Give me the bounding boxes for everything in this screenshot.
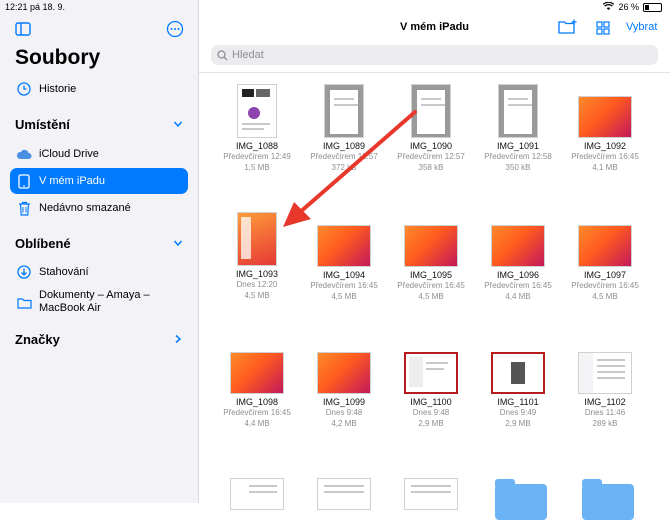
clock-icon (16, 81, 32, 97)
main-content: V mém iPadu Vybrat Hledat IMG_1088 Přede… (199, 0, 670, 520)
annotation-arrow (283, 110, 417, 227)
more-options-icon[interactable] (166, 20, 184, 38)
sidebar-item-recently-deleted[interactable]: Nedávno smazané (10, 195, 188, 221)
section-header-locations: Umístění (15, 117, 70, 132)
sidebar-item-documents-macbook[interactable]: Dokumenty – Amaya – MacBook Air (10, 288, 188, 320)
sidebar-item-label: Historie (39, 83, 77, 95)
trash-icon (16, 200, 32, 216)
folder-icon (16, 295, 32, 311)
battery-icon (643, 2, 662, 12)
status-time: 12:21 (5, 2, 28, 12)
sidebar-item-downloads[interactable]: Stahování (10, 259, 188, 285)
status-date: pá 18. 9. (30, 2, 66, 12)
section-header-favorites: Oblíbené (15, 236, 71, 251)
section-header-tags: Značky (15, 332, 60, 347)
sidebar-toggle-icon[interactable] (14, 20, 32, 38)
sidebar-item-label: V mém iPadu (39, 175, 106, 187)
sidebar-item-label-line1: Dokumenty – Amaya – (39, 289, 150, 301)
status-bar: 12:21 pá 18. 9. 26 % (0, 0, 670, 14)
chevron-right-icon[interactable] (173, 334, 183, 347)
chevron-down-icon[interactable] (173, 238, 183, 251)
sidebar-item-label: Nedávno smazané (39, 202, 131, 214)
cloud-icon (16, 146, 32, 162)
sidebar-item-on-my-ipad[interactable]: V mém iPadu (10, 168, 188, 194)
chevron-down-icon[interactable] (173, 119, 183, 132)
sidebar-item-history[interactable]: Historie (10, 76, 188, 102)
sidebar-item-icloud-drive[interactable]: iCloud Drive (10, 141, 188, 167)
ipad-icon (16, 173, 32, 189)
sidebar: Soubory Historie Umístění iCloud Drive V… (0, 0, 199, 503)
battery-percent: 26 % (618, 2, 639, 12)
download-icon (16, 264, 32, 280)
sidebar-title: Soubory (15, 46, 101, 69)
wifi-icon (603, 1, 615, 12)
sidebar-item-label-line2: MacBook Air (39, 302, 101, 314)
sidebar-item-label: Stahování (39, 266, 89, 278)
sidebar-item-label: iCloud Drive (39, 148, 99, 160)
